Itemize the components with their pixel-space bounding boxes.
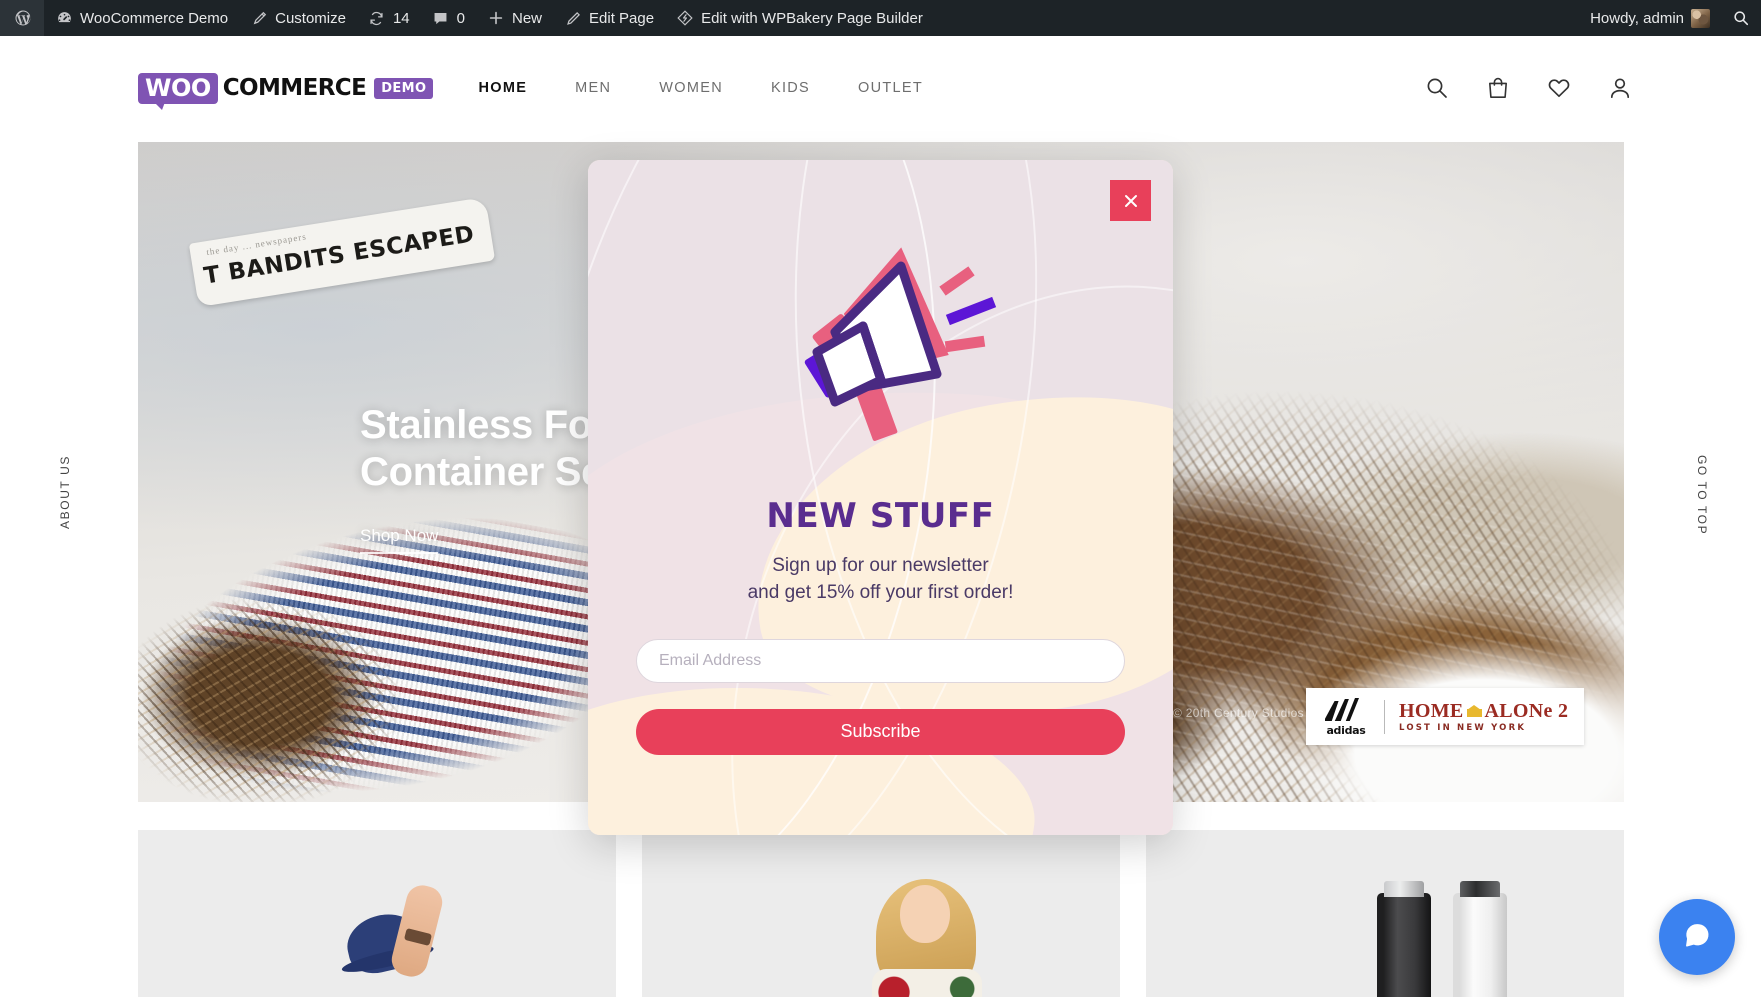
house-icon	[1466, 704, 1482, 717]
nav-item-women[interactable]: WOMEN	[659, 80, 723, 96]
adminbar-label-site-name: WooCommerce Demo	[80, 9, 229, 27]
banner-divider	[1384, 699, 1385, 734]
white-thermos	[1452, 881, 1507, 997]
category-card-bottles-image	[1146, 830, 1624, 997]
hero-newspaper-strip: the day ... newspapers T BANDITS ESCAPED	[188, 196, 496, 308]
category-card-men[interactable]	[138, 830, 616, 997]
modal-subtitle-line2: and get 15% off your first order!	[747, 581, 1014, 603]
adminbar-item-new[interactable]: New	[476, 0, 553, 36]
hero-snowbank	[1234, 572, 1624, 802]
shopping-bag-icon[interactable]	[1485, 75, 1511, 101]
main-navigation: HOME MEN WOMEN KIDS OUTLET	[478, 80, 923, 96]
category-card-men-image	[138, 830, 616, 997]
site-logo[interactable]: WOO COMMERCE DEMO	[138, 72, 434, 110]
face-shape	[899, 885, 950, 943]
adminbar-howdy-label: Howdy, admin	[1590, 9, 1684, 27]
modal-heading: NEW STUFF	[766, 496, 995, 536]
adminbar-label-new: New	[512, 9, 543, 27]
modal-content: NEW STUFF Sign up for our newsletter and…	[588, 160, 1173, 835]
modal-subtitle-line1: Sign up for our newsletter	[772, 555, 989, 576]
adminbar-right-group: Howdy, admin	[1579, 0, 1761, 36]
user-account-icon[interactable]	[1607, 75, 1633, 101]
logo-demo-badge: DEMO	[374, 77, 434, 99]
adminbar-label-comments-count: 0	[456, 9, 465, 27]
paintbrush-icon	[250, 9, 268, 27]
search-icon	[1732, 9, 1750, 27]
search-icon[interactable]	[1424, 75, 1450, 101]
category-card-bottles[interactable]	[1146, 830, 1624, 997]
email-input[interactable]	[636, 638, 1125, 683]
adminbar-item-site-name[interactable]: WooCommerce Demo	[44, 0, 239, 36]
plus-icon	[487, 9, 505, 27]
home-alone-subtitle: LOST IN NEW YORK	[1399, 722, 1527, 733]
wp-admin-bar: WooCommerce Demo Customize 14 0 New Edit…	[0, 0, 1761, 36]
home-alone-title: HOME ALONe 2	[1399, 701, 1568, 721]
close-x-icon	[1121, 191, 1141, 211]
comment-bubble-icon	[432, 9, 450, 27]
adminbar-my-account[interactable]: Howdy, admin	[1579, 0, 1721, 36]
update-arrows-icon	[368, 9, 386, 27]
adminbar-label-customize: Customize	[275, 9, 346, 27]
figure-blue-hat	[339, 867, 459, 997]
thermos-bottles	[1371, 881, 1531, 997]
about-us-side-link[interactable]: ABOUT US	[58, 455, 72, 529]
home-alone-logo: HOME ALONe 2 LOST IN NEW YORK	[1399, 701, 1568, 733]
chat-widget-button[interactable]	[1659, 899, 1735, 975]
nav-item-home[interactable]: HOME	[478, 80, 527, 96]
adminbar-item-updates[interactable]: 14	[357, 0, 421, 36]
subscribe-button[interactable]: Subscribe	[636, 708, 1125, 755]
adminbar-item-customize[interactable]: Customize	[239, 0, 357, 36]
modal-subtitle: Sign up for our newsletter and get 15% o…	[748, 553, 1014, 607]
pencil-icon	[564, 9, 582, 27]
category-card-women-image	[642, 830, 1120, 997]
black-thermos	[1376, 881, 1431, 997]
adminbar-search-button[interactable]	[1721, 0, 1761, 36]
adidas-home-alone-banner[interactable]: adidas HOME ALONe 2 LOST IN NEW YORK	[1306, 688, 1584, 745]
dashboard-icon	[55, 9, 73, 27]
home-alone-title-part2: ALONe 2	[1484, 699, 1569, 722]
adminbar-label-edit-page: Edit Page	[589, 9, 655, 27]
adidas-logo-icon: adidas	[1322, 697, 1370, 737]
logo-commerce-text: COMMERCE	[222, 75, 367, 101]
hero-copyright-watermark: © 20th Century Studios	[1173, 706, 1304, 720]
avatar	[1691, 8, 1710, 28]
adminbar-item-edit-page[interactable]: Edit Page	[553, 0, 665, 36]
wpbakery-diamond-icon	[676, 9, 694, 27]
header-icon-group	[1424, 75, 1633, 101]
wordpress-logo-icon	[14, 9, 32, 27]
nav-item-outlet[interactable]: OUTLET	[858, 80, 923, 96]
figure-blonde-woman	[862, 857, 992, 997]
adminbar-item-wpbakery[interactable]: Edit with WPBakery Page Builder	[665, 0, 934, 36]
category-card-strip	[138, 830, 1624, 997]
nav-item-men[interactable]: MEN	[575, 80, 611, 96]
adminbar-item-comments[interactable]: 0	[421, 0, 476, 36]
floral-dress-shape	[871, 969, 982, 997]
adidas-wordmark: adidas	[1326, 723, 1366, 737]
megaphone-icon	[751, 222, 1011, 462]
go-to-top-side-link[interactable]: GO TO TOP	[1695, 455, 1709, 535]
heart-wishlist-icon[interactable]	[1546, 75, 1572, 101]
site-header: WOO COMMERCE DEMO HOME MEN WOMEN KIDS OU…	[0, 36, 1761, 140]
category-card-women[interactable]	[642, 830, 1120, 997]
wordpress-logo-button[interactable]	[0, 0, 44, 36]
home-alone-title-part1: HOME	[1399, 699, 1464, 722]
adminbar-label-updates-count: 14	[392, 9, 410, 27]
modal-close-button[interactable]	[1110, 180, 1151, 221]
adminbar-label-wpbakery: Edit with WPBakery Page Builder	[701, 9, 923, 27]
newsletter-popup-modal: NEW STUFF Sign up for our newsletter and…	[588, 160, 1173, 835]
shop-now-link[interactable]: Shop Now	[360, 526, 439, 554]
hero-twig-clump	[138, 572, 438, 802]
chat-bubble-icon	[1680, 920, 1714, 954]
nav-item-kids[interactable]: KIDS	[771, 80, 810, 96]
logo-woo-badge: WOO	[138, 72, 218, 110]
